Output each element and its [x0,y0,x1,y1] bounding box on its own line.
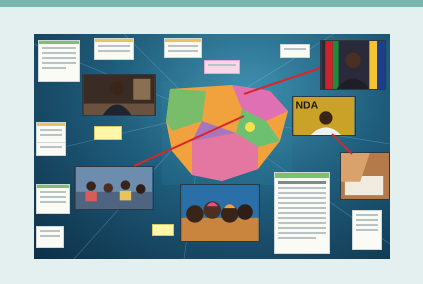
connector-lines [133,67,353,167]
connector-line [133,115,245,167]
header-bar [0,0,423,7]
connector-line [331,133,353,155]
collage-board[interactable]: NDA [34,34,390,259]
connector-line [243,67,321,95]
